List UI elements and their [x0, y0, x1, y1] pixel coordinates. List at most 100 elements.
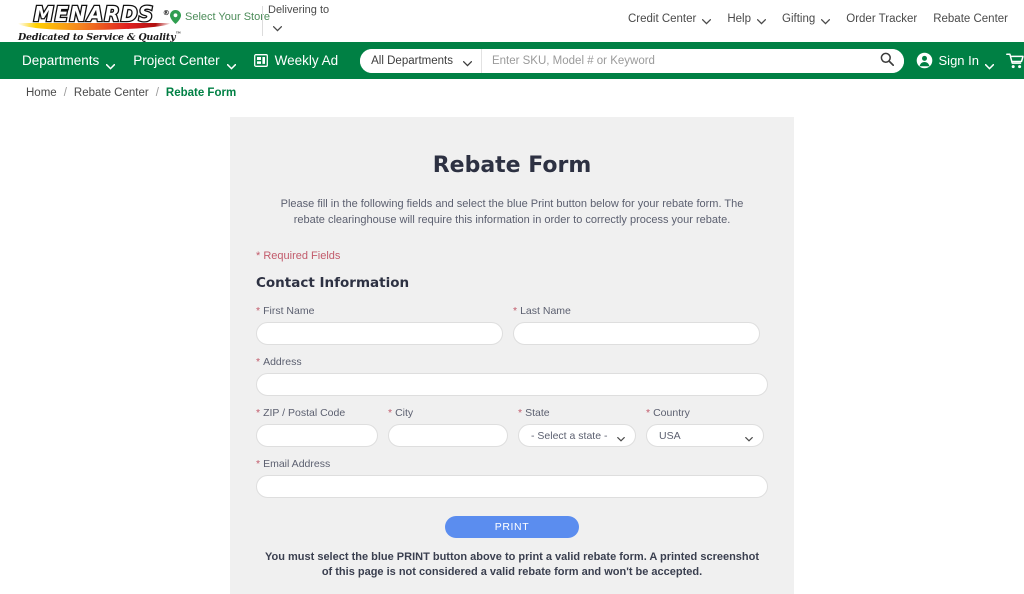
country-label: *Country: [646, 407, 764, 419]
chevron-down-icon: [985, 58, 994, 64]
zip-label: *ZIP / Postal Code: [256, 407, 378, 419]
state-select-value: - Select a state -: [531, 430, 607, 442]
chevron-down-icon: [227, 58, 236, 64]
first-name-field-group: *First Name: [256, 305, 503, 345]
nav-label-weekly-ad: Weekly Ad: [275, 53, 339, 68]
breadcrumb-separator: /: [156, 87, 159, 99]
chevron-down-icon: [463, 58, 472, 64]
required-asterisk: *: [518, 407, 522, 419]
state-label: *State: [518, 407, 636, 419]
email-label-text: Email Address: [263, 458, 330, 470]
required-asterisk: *: [256, 458, 260, 470]
country-select[interactable]: USA: [646, 424, 764, 447]
chevron-down-icon: [702, 16, 711, 22]
select-your-store-label: Select Your Store: [185, 11, 270, 23]
map-pin-icon: [170, 10, 181, 24]
last-name-label-text: Last Name: [520, 305, 571, 317]
required-asterisk: *: [256, 305, 260, 317]
print-button-row: PRINT: [256, 516, 768, 538]
rebate-form-panel: Rebate Form Please fill in the following…: [230, 117, 794, 594]
address-label-text: Address: [263, 356, 302, 368]
util-label-order-tracker: Order Tracker: [846, 13, 917, 25]
first-name-input[interactable]: [256, 322, 503, 345]
topbar-divider: [262, 6, 263, 36]
print-button[interactable]: PRINT: [445, 516, 579, 538]
section-heading-contact-information: Contact Information: [256, 275, 768, 291]
search-submit-button[interactable]: [870, 49, 904, 73]
chevron-down-icon: [106, 58, 115, 64]
last-name-field-group: *Last Name: [513, 305, 760, 345]
email-row: *Email Address: [256, 458, 768, 498]
city-input[interactable]: [388, 424, 508, 447]
department-filter-value: All Departments: [371, 55, 453, 67]
city-label-text: City: [395, 407, 413, 419]
zip-input[interactable]: [256, 424, 378, 447]
first-name-label-text: First Name: [263, 305, 314, 317]
delivering-to-label: Delivering to: [268, 4, 330, 16]
select-your-store-link[interactable]: Select Your Store: [170, 10, 270, 24]
required-asterisk: *: [256, 407, 260, 419]
required-fields-note: * Required Fields: [256, 250, 768, 262]
account-avatar-icon: [916, 52, 933, 69]
search-input[interactable]: [482, 50, 870, 72]
location-row: *ZIP / Postal Code *City *State - Select…: [256, 407, 768, 447]
breadcrumb-item-home[interactable]: Home: [26, 87, 57, 99]
required-asterisk: *: [388, 407, 392, 419]
country-field-group: *Country USA: [646, 407, 764, 447]
department-filter-dropdown[interactable]: All Departments: [360, 49, 482, 73]
nav-item-departments[interactable]: Departments: [22, 53, 115, 68]
first-name-label: *First Name: [256, 305, 503, 317]
logo-wordmark: MENARDS®: [18, 3, 170, 25]
util-item-rebate-center[interactable]: Rebate Center: [933, 13, 1008, 25]
state-field-group: *State - Select a state -: [518, 407, 636, 447]
address-row: *Address: [256, 356, 768, 396]
shopping-cart-icon[interactable]: [1006, 53, 1024, 69]
breadcrumb-item-rebate-form: Rebate Form: [166, 87, 236, 99]
chevron-down-icon: [821, 16, 830, 22]
form-description: Please fill in the following fields and …: [270, 196, 754, 228]
nav-label-departments: Departments: [22, 53, 99, 68]
last-name-label: *Last Name: [513, 305, 760, 317]
address-input[interactable]: [256, 373, 768, 396]
address-field-group: *Address: [256, 356, 768, 396]
sign-in-label: Sign In: [939, 53, 979, 68]
search-icon: [880, 52, 894, 69]
city-label: *City: [388, 407, 508, 419]
util-item-gifting[interactable]: Gifting: [782, 13, 830, 25]
util-item-help[interactable]: Help: [727, 13, 766, 25]
last-name-input[interactable]: [513, 322, 760, 345]
chevron-down-icon: [617, 433, 625, 438]
state-select[interactable]: - Select a state -: [518, 424, 636, 447]
util-item-order-tracker[interactable]: Order Tracker: [846, 13, 917, 25]
delivering-to-selector[interactable]: Delivering to: [268, 4, 330, 25]
menards-logo[interactable]: MENARDS® Dedicated to Service & Quality™: [18, 3, 170, 43]
state-label-text: State: [525, 407, 550, 419]
zip-field-group: *ZIP / Postal Code: [256, 407, 378, 447]
logo-trademark-mark: ™: [175, 31, 181, 38]
nav-item-project-center[interactable]: Project Center: [133, 53, 235, 68]
chevron-down-icon: [757, 16, 766, 22]
logo-wordmark-text: MENARDS: [34, 2, 155, 26]
country-label-text: Country: [653, 407, 690, 419]
breadcrumb: Home / Rebate Center / Rebate Form: [0, 79, 1024, 107]
nav-item-weekly-ad[interactable]: Weekly Ad: [254, 53, 339, 68]
required-asterisk: *: [646, 407, 650, 419]
address-label: *Address: [256, 356, 768, 368]
breadcrumb-item-rebate-center[interactable]: Rebate Center: [74, 87, 149, 99]
breadcrumb-separator: /: [64, 87, 67, 99]
sign-in-menu[interactable]: Sign In: [916, 52, 994, 69]
name-row: *First Name *Last Name: [256, 305, 768, 345]
required-asterisk: *: [513, 305, 517, 317]
utility-nav: Credit Center Help Gifting Order Tracker…: [628, 13, 1008, 25]
util-item-credit-center[interactable]: Credit Center: [628, 13, 711, 25]
chevron-down-icon: [273, 19, 282, 25]
required-asterisk: *: [256, 356, 260, 368]
zip-label-text: ZIP / Postal Code: [263, 407, 345, 419]
nav-label-project-center: Project Center: [133, 53, 219, 68]
country-select-value: USA: [659, 430, 681, 442]
email-label: *Email Address: [256, 458, 768, 470]
util-label-credit-center: Credit Center: [628, 13, 696, 25]
email-input[interactable]: [256, 475, 768, 498]
search-bar: All Departments: [360, 49, 903, 73]
main-nav-bar: Departments Project Center Weekly Ad All…: [0, 42, 1024, 79]
